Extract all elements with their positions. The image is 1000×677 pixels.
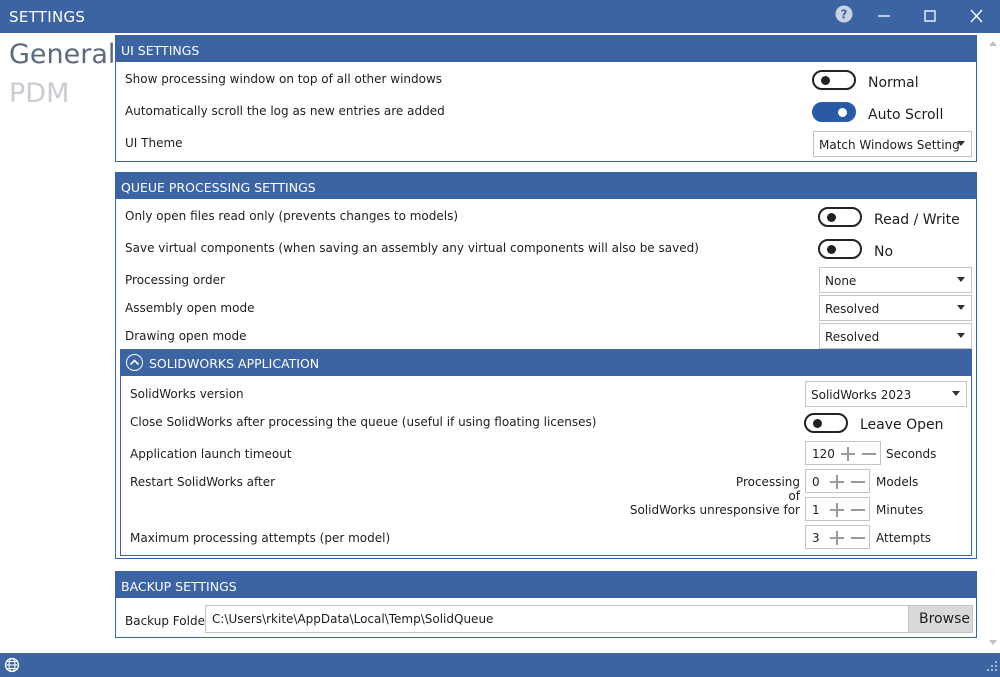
collapse-chevron-icon[interactable]: [126, 354, 143, 371]
svg-text:?: ?: [841, 8, 848, 22]
autoscroll-toggle[interactable]: [812, 102, 856, 122]
processing-unit: Models: [876, 475, 919, 489]
globe-icon[interactable]: [4, 657, 20, 676]
chevron-down-icon: [952, 391, 960, 396]
maximize-icon: [924, 10, 936, 22]
drawing-mode-value: Resolved: [825, 330, 880, 344]
sw-version-label: SolidWorks version: [130, 387, 244, 401]
backup-folder-label: Backup Folder: [125, 614, 210, 628]
minus-icon[interactable]: [851, 503, 865, 517]
resize-grip-icon[interactable]: [986, 660, 998, 675]
order-label: Processing order: [125, 273, 225, 287]
help-button[interactable]: ?: [832, 5, 856, 27]
minus-icon[interactable]: [851, 475, 865, 489]
unresponsive-unit: Minutes: [876, 503, 924, 517]
unresponsive-value: 1: [812, 503, 820, 517]
drawing-mode-select[interactable]: Resolved: [819, 323, 972, 349]
ontop-state: Normal: [868, 75, 919, 91]
virtual-label: Save virtual components (when saving an …: [125, 241, 699, 255]
close-icon: [970, 9, 983, 23]
readonly-state: Read / Write: [874, 212, 960, 228]
maximize-button[interactable]: [918, 5, 942, 27]
ontop-label: Show processing window on top of all oth…: [125, 72, 443, 86]
settings-nav: General PDM: [0, 33, 115, 653]
plus-icon[interactable]: [830, 503, 844, 517]
autoscroll-state: Auto Scroll: [868, 107, 944, 123]
restart-label: Restart SolidWorks after: [130, 475, 276, 489]
browse-button[interactable]: Browse: [908, 605, 973, 633]
sw-version-select[interactable]: SolidWorks 2023: [805, 381, 967, 407]
sw-version-value: SolidWorks 2023: [811, 388, 912, 402]
assembly-mode-label: Assembly open mode: [125, 301, 255, 315]
order-select[interactable]: None: [819, 267, 972, 293]
title-bar: SETTINGS ?: [0, 0, 1000, 33]
processing-value: 0: [812, 475, 820, 489]
close-after-state: Leave Open: [860, 417, 944, 433]
nav-item-pdm[interactable]: PDM: [9, 78, 69, 109]
queue-settings-panel: QUEUE PROCESSING SETTINGS Only open file…: [115, 172, 977, 559]
ui-settings-header: UI SETTINGS: [116, 36, 976, 62]
chevron-down-icon: [957, 333, 965, 338]
chevron-down-icon: [957, 305, 965, 310]
close-after-label: Close SolidWorks after processing the qu…: [130, 415, 597, 429]
backup-settings-header: BACKUP SETTINGS: [116, 572, 976, 598]
max-attempts-unit: Attempts: [876, 531, 932, 545]
scroll-down-icon[interactable]: [989, 640, 997, 645]
backup-settings-panel: BACKUP SETTINGS Backup Folder C:\Users\r…: [115, 571, 977, 638]
virtual-toggle[interactable]: [818, 239, 862, 259]
ui-settings-panel: UI SETTINGS Show processing window on to…: [115, 35, 977, 162]
close-after-toggle[interactable]: [804, 413, 848, 433]
max-attempts-stepper[interactable]: 3: [805, 525, 870, 549]
ontop-toggle[interactable]: [812, 70, 856, 90]
status-bar: [0, 653, 1000, 677]
scroll-up-icon[interactable]: [989, 41, 997, 46]
timeout-unit: Seconds: [886, 447, 937, 461]
timeout-stepper[interactable]: 120: [805, 441, 881, 465]
unresponsive-stepper[interactable]: 1: [805, 497, 870, 521]
backup-folder-input[interactable]: C:\Users\rkite\AppData\Local\Temp\SolidQ…: [205, 605, 909, 633]
unresponsive-label: SolidWorks unresponsive for: [629, 503, 800, 517]
theme-label: UI Theme: [125, 136, 183, 150]
solidworks-header[interactable]: SOLIDWORKS APPLICATION: [121, 350, 971, 376]
processing-stepper[interactable]: 0: [805, 469, 870, 493]
assembly-mode-select[interactable]: Resolved: [819, 295, 972, 321]
minus-icon[interactable]: [851, 531, 865, 545]
vertical-scrollbar[interactable]: [985, 33, 1000, 653]
assembly-mode-value: Resolved: [825, 302, 880, 316]
backup-folder-value: C:\Users\rkite\AppData\Local\Temp\SolidQ…: [212, 612, 494, 626]
solidworks-panel: SOLIDWORKS APPLICATION SolidWorks versio…: [120, 349, 972, 556]
settings-content: UI SETTINGS Show processing window on to…: [113, 33, 983, 653]
readonly-toggle[interactable]: [818, 207, 862, 227]
processing-of-label: Processing of: [735, 475, 800, 503]
queue-settings-header: QUEUE PROCESSING SETTINGS: [116, 173, 976, 199]
close-button[interactable]: [964, 5, 988, 27]
max-attempts-label: Maximum processing attempts (per model): [130, 531, 391, 545]
theme-value: Match Windows Setting: [819, 138, 960, 152]
autoscroll-label: Automatically scroll the log as new entr…: [125, 104, 445, 118]
chevron-down-icon: [957, 141, 965, 146]
theme-select[interactable]: Match Windows Setting: [813, 131, 972, 157]
minus-icon[interactable]: [862, 447, 876, 461]
nav-item-general[interactable]: General: [9, 39, 115, 70]
timeout-value: 120: [812, 447, 835, 461]
question-circle-icon: ?: [835, 5, 853, 23]
minimize-button[interactable]: [872, 5, 896, 27]
virtual-state: No: [874, 244, 894, 260]
window-title: SETTINGS: [9, 8, 86, 26]
minimize-icon: [878, 15, 890, 17]
max-attempts-value: 3: [812, 531, 820, 545]
timeout-label: Application launch timeout: [130, 447, 292, 461]
plus-icon[interactable]: [830, 475, 844, 489]
plus-icon[interactable]: [841, 447, 855, 461]
order-value: None: [825, 274, 857, 288]
plus-icon[interactable]: [830, 531, 844, 545]
chevron-down-icon: [957, 277, 965, 282]
solidworks-header-label: SOLIDWORKS APPLICATION: [149, 356, 320, 371]
readonly-label: Only open files read only (prevents chan…: [125, 209, 459, 223]
drawing-mode-label: Drawing open mode: [125, 329, 247, 343]
